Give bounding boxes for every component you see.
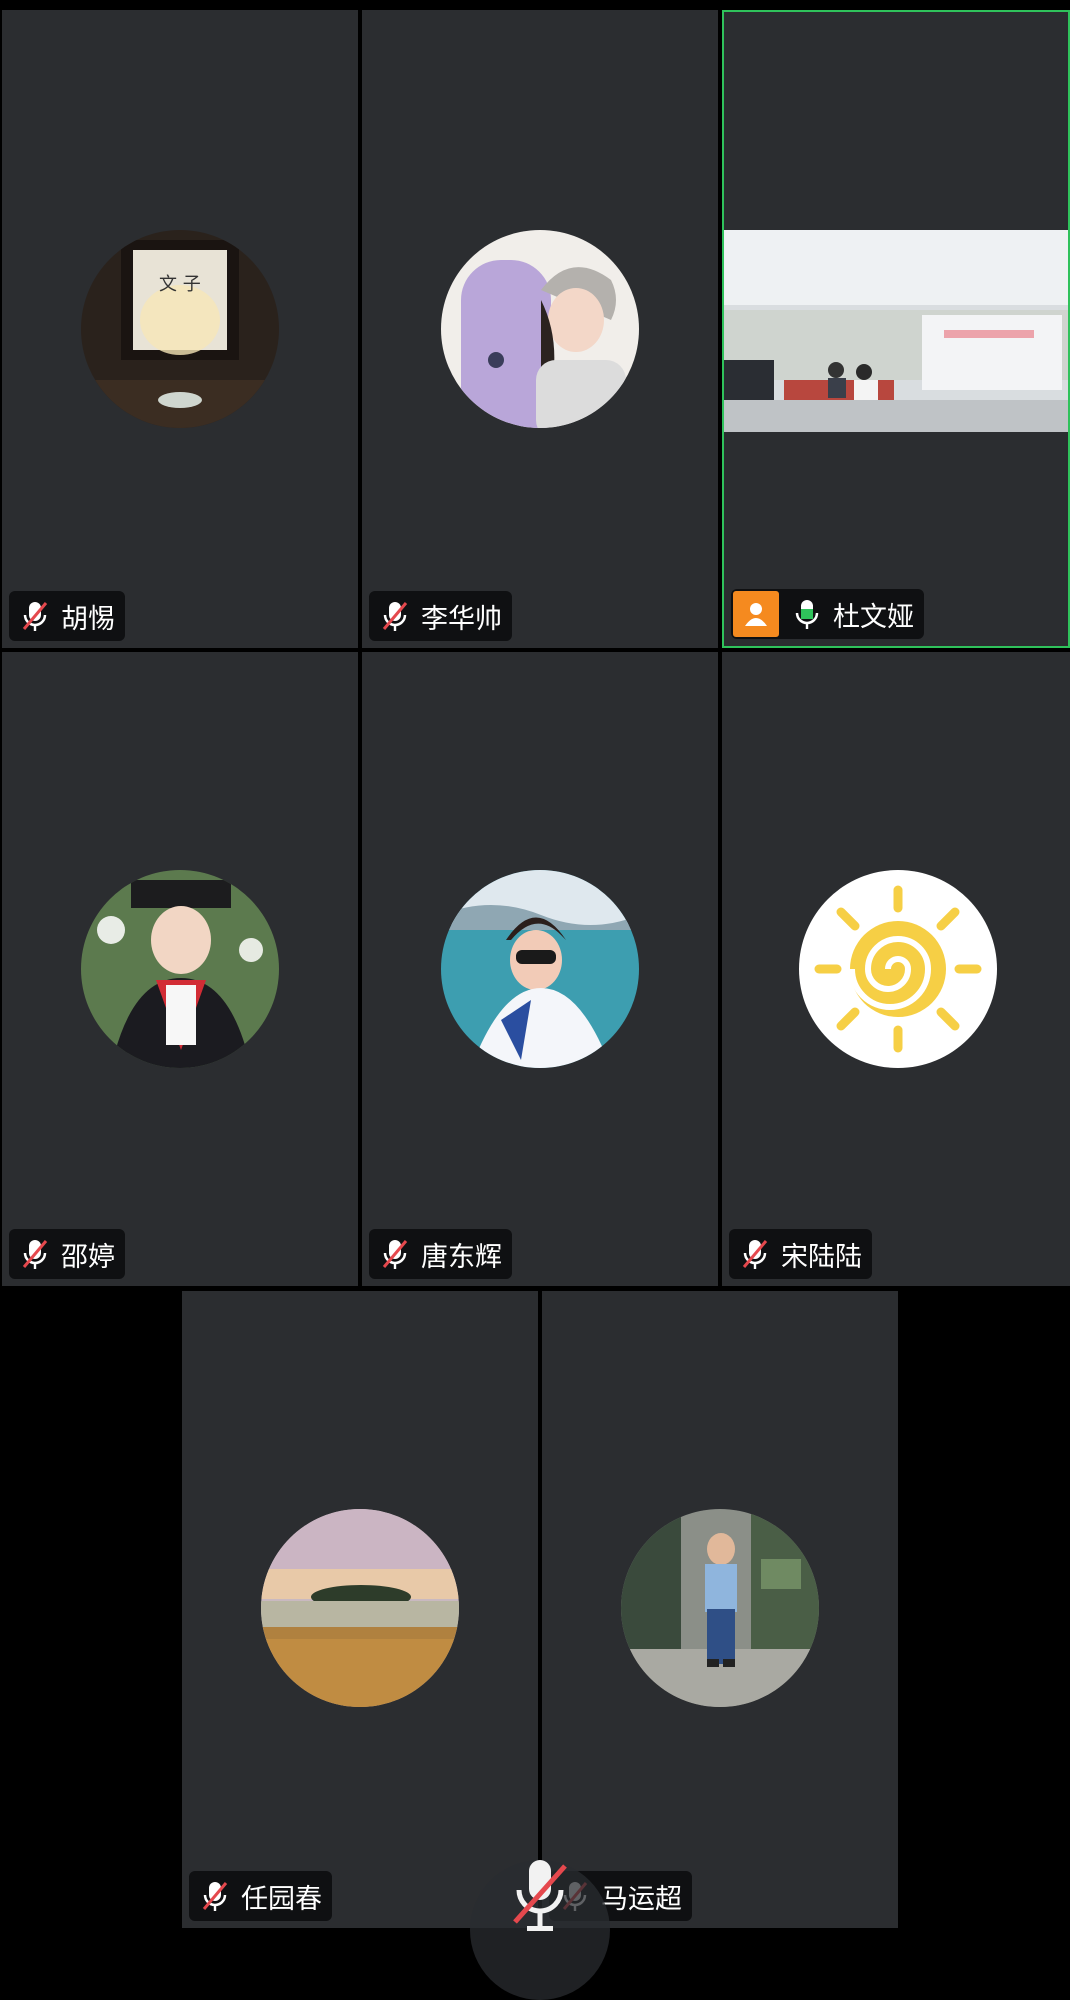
video-feed: [724, 230, 1068, 432]
avatar: [441, 230, 639, 428]
participant-name: 马运超: [601, 1883, 682, 1915]
mic-muted-icon: [513, 1860, 567, 1931]
self-mic-toggle-button[interactable]: [470, 1860, 610, 2000]
mic-muted-icon: [742, 1240, 768, 1269]
participant-name-tag: 胡惕: [9, 591, 125, 641]
participant-name-tag: 宋陆陆: [729, 1229, 872, 1279]
avatar: [621, 1509, 819, 1707]
participant-tile-active-speaker[interactable]: 杜文娅: [722, 10, 1070, 648]
participant-name-tag: 李华帅: [369, 591, 512, 641]
avatar: [441, 870, 639, 1068]
avatar: 文 子: [81, 230, 279, 428]
mic-muted-icon: [22, 1240, 48, 1269]
participant-tile[interactable]: 任园春: [182, 1291, 538, 1928]
participant-tile[interactable]: 宋陆陆: [722, 652, 1070, 1286]
participant-name: 李华帅: [421, 603, 502, 635]
participant-name: 任园春: [241, 1883, 322, 1915]
participant-tile[interactable]: 唐东辉: [362, 652, 718, 1286]
host-icon: [733, 591, 779, 637]
mic-muted-icon: [202, 1882, 228, 1911]
participant-name: 胡惕: [61, 603, 115, 635]
participant-name: 宋陆陆: [781, 1241, 862, 1273]
participant-tile[interactable]: 李华帅: [362, 10, 718, 648]
participant-tile[interactable]: 文 子 胡惕: [2, 10, 358, 648]
avatar: [81, 870, 279, 1068]
mic-on-icon: [795, 600, 819, 629]
participant-name-tag: 邵婷: [9, 1229, 125, 1279]
participant-name: 杜文娅: [833, 601, 914, 633]
participant-tile[interactable]: 邵婷: [2, 652, 358, 1286]
avatar: [261, 1509, 459, 1707]
participant-name: 邵婷: [61, 1241, 115, 1273]
avatar: [799, 870, 997, 1068]
participant-name-tag: 任园春: [189, 1871, 332, 1921]
mic-muted-icon: [382, 602, 408, 631]
mic-muted-icon: [382, 1240, 408, 1269]
participant-name-tag: 唐东辉: [369, 1229, 512, 1279]
participant-name-tag: 杜文娅: [731, 589, 924, 639]
mic-muted-icon: [22, 602, 48, 631]
participant-name: 唐东辉: [421, 1241, 502, 1273]
participant-tile[interactable]: 马运超: [542, 1291, 898, 1928]
svg-text:文 子: 文 子: [159, 274, 201, 295]
